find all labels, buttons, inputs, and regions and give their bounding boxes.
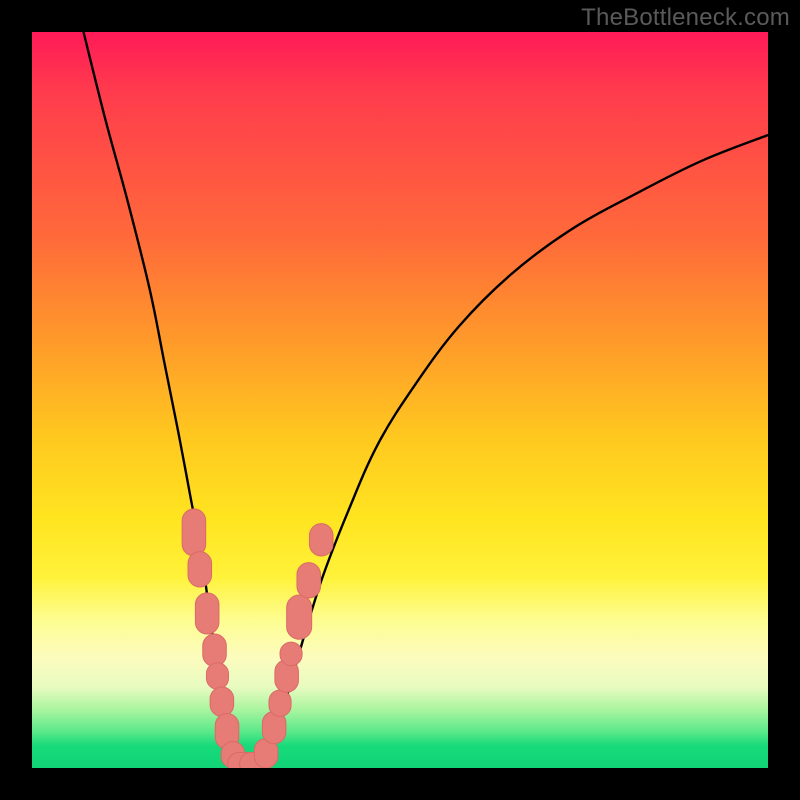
data-marker [203,634,227,666]
data-marker [206,663,228,690]
marker-layer [182,509,333,768]
data-marker [287,595,312,639]
curve-layer [84,32,768,768]
curve-right [260,135,768,768]
watermark-text: TheBottleneck.com [581,4,790,32]
plot-area [32,32,768,768]
data-marker [195,593,219,634]
data-marker [280,642,302,666]
data-marker [188,552,212,587]
data-marker [210,687,234,716]
data-marker [182,509,206,556]
chart-svg [32,32,768,768]
chart-frame: TheBottleneck.com [0,0,800,800]
data-marker [297,563,321,598]
data-marker [269,690,291,717]
data-marker [309,524,333,556]
